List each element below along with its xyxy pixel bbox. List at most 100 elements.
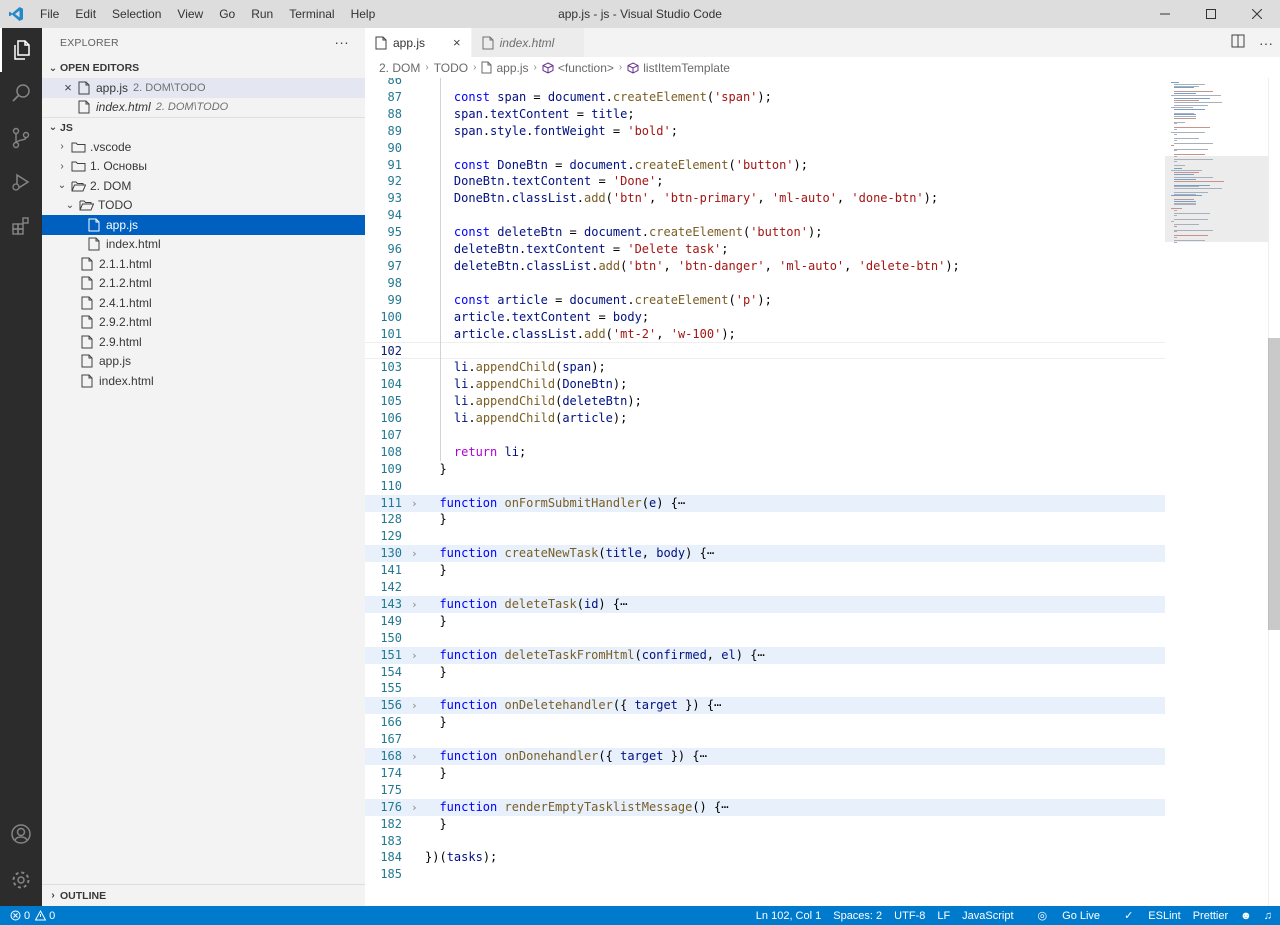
code-line[interactable]: 105 li.appendChild(deleteBtn); bbox=[365, 393, 1165, 410]
tree-file[interactable]: 2.4.1.html bbox=[42, 293, 365, 313]
fold-chevron-icon[interactable]: › bbox=[411, 495, 421, 512]
code-line[interactable]: 86 bbox=[365, 78, 1165, 89]
open-editor-item[interactable]: × app.js 2. DOM\TODO bbox=[42, 78, 365, 98]
indentation[interactable]: Spaces: 2 bbox=[833, 910, 882, 922]
fold-chevron-icon[interactable]: › bbox=[411, 799, 421, 816]
menu-run[interactable]: Run bbox=[243, 0, 281, 28]
code-line[interactable]: 156 › function onDeletehandler({ target }… bbox=[365, 697, 1165, 715]
menu-file[interactable]: File bbox=[32, 0, 67, 28]
code-line[interactable]: 174 } bbox=[365, 765, 1165, 782]
prettier-status[interactable]: Prettier bbox=[1193, 910, 1228, 922]
code-line[interactable]: 185 bbox=[365, 866, 1165, 883]
code-line[interactable]: 106 li.appendChild(article); bbox=[365, 410, 1165, 427]
accounts-icon[interactable] bbox=[0, 812, 42, 856]
code-line[interactable]: 175 bbox=[365, 782, 1165, 799]
outline-header[interactable]: › OUTLINE bbox=[42, 885, 365, 906]
code-line[interactable]: 182 } bbox=[365, 816, 1165, 833]
code-line[interactable]: 89 span.style.fontWeight = 'bold'; bbox=[365, 123, 1165, 140]
code-line[interactable]: 149 } bbox=[365, 613, 1165, 630]
code-line[interactable]: 94 bbox=[365, 207, 1165, 224]
menu-help[interactable]: Help bbox=[343, 0, 384, 28]
code-line[interactable]: 88 span.textContent = title; bbox=[365, 106, 1165, 123]
fold-chevron-icon[interactable]: › bbox=[411, 596, 421, 613]
code-line[interactable]: 176 › function renderEmptyTasklistMessage… bbox=[365, 798, 1165, 816]
code-line[interactable]: 155 bbox=[365, 680, 1165, 697]
menu-view[interactable]: View bbox=[169, 0, 211, 28]
code-line[interactable]: 95 const deleteBtn = document.createElem… bbox=[365, 224, 1165, 241]
explorer-icon[interactable] bbox=[0, 28, 42, 72]
close-window-button[interactable] bbox=[1234, 0, 1280, 28]
feedback-icon[interactable]: ☻ bbox=[1240, 910, 1252, 922]
code-line[interactable]: 168 › function onDonehandler({ target }) … bbox=[365, 748, 1165, 765]
minimize-button[interactable] bbox=[1142, 0, 1188, 28]
code-line[interactable]: 130 › function createNewTask(title, body)… bbox=[365, 545, 1165, 563]
search-icon[interactable] bbox=[0, 72, 42, 116]
code-line[interactable]: 98 bbox=[365, 275, 1165, 292]
breadcrumb-item[interactable]: TODO bbox=[434, 61, 468, 75]
fold-chevron-icon[interactable]: › bbox=[411, 545, 421, 562]
language-mode[interactable]: JavaScript bbox=[962, 910, 1013, 922]
breadcrumb-item[interactable]: <function> bbox=[558, 61, 614, 75]
code-line[interactable]: 151 › function deleteTaskFromHtml(confirm… bbox=[365, 646, 1165, 664]
code-line[interactable]: 91 const DoneBtn = document.createElemen… bbox=[365, 157, 1165, 174]
tree-file-indexhtml[interactable]: index.html bbox=[42, 235, 365, 255]
code-line[interactable]: 97 deleteBtn.classList.add('btn', 'btn-d… bbox=[365, 258, 1165, 275]
code-line[interactable]: 96 deleteBtn.textContent = 'Delete task'… bbox=[365, 241, 1165, 258]
menu-go[interactable]: Go bbox=[211, 0, 243, 28]
breadcrumb-item[interactable]: app.js bbox=[496, 61, 528, 75]
code-line[interactable]: 107 bbox=[365, 427, 1165, 444]
encoding[interactable]: UTF-8 bbox=[894, 910, 925, 922]
run-debug-icon[interactable] bbox=[0, 160, 42, 204]
workspace-folder-header[interactable]: ⌄ JS bbox=[42, 117, 365, 137]
open-editor-item[interactable]: index.html 2. DOM\TODO bbox=[42, 98, 365, 118]
minimap[interactable] bbox=[1165, 78, 1268, 906]
breadcrumb-item[interactable]: listItemTemplate bbox=[643, 61, 730, 75]
code-line[interactable]: 109 } bbox=[365, 461, 1165, 478]
code-line[interactable]: 102 bbox=[365, 342, 1165, 360]
code-line[interactable]: 101 article.classList.add('mt-2', 'w-100… bbox=[365, 326, 1165, 343]
tree-file[interactable]: 2.9.html bbox=[42, 332, 365, 352]
code-line[interactable]: 129 bbox=[365, 528, 1165, 545]
maximize-button[interactable] bbox=[1188, 0, 1234, 28]
cursor-position[interactable]: Ln 102, Col 1 bbox=[756, 910, 821, 922]
more-actions-icon[interactable]: ··· bbox=[334, 34, 349, 50]
code-line[interactable]: 111 › function onFormSubmitHandler(e) {⋯ bbox=[365, 494, 1165, 512]
fold-chevron-icon[interactable]: › bbox=[411, 748, 421, 765]
breadcrumb-item[interactable]: 2. DOM bbox=[379, 61, 420, 75]
code-line[interactable]: 167 bbox=[365, 731, 1165, 748]
tree-folder-osnovy[interactable]: › 1. Основы bbox=[42, 157, 365, 177]
open-editors-header[interactable]: ⌄ OPEN EDITORS bbox=[42, 58, 365, 78]
code-line[interactable]: 108 return li; bbox=[365, 444, 1165, 461]
code-line[interactable]: 141 } bbox=[365, 562, 1165, 579]
code-line[interactable]: 100 article.textContent = body; bbox=[365, 309, 1165, 326]
fold-chevron-icon[interactable]: › bbox=[411, 697, 421, 714]
tree-file[interactable]: 2.1.2.html bbox=[42, 274, 365, 294]
code-line[interactable]: 150 bbox=[365, 630, 1165, 647]
tree-file[interactable]: app.js bbox=[42, 352, 365, 372]
code-line[interactable]: 128 } bbox=[365, 511, 1165, 528]
code-line[interactable]: 103 li.appendChild(span); bbox=[365, 359, 1165, 376]
settings-gear-icon[interactable] bbox=[0, 858, 42, 902]
fold-chevron-icon[interactable]: › bbox=[411, 647, 421, 664]
code-line[interactable]: 92 DoneBtn.textContent = 'Done'; bbox=[365, 173, 1165, 190]
tree-folder-todo[interactable]: ⌄ TODO bbox=[42, 196, 365, 216]
code-line[interactable]: 110 bbox=[365, 478, 1165, 495]
menu-selection[interactable]: Selection bbox=[104, 0, 169, 28]
menu-edit[interactable]: Edit bbox=[67, 0, 104, 28]
go-live-button[interactable]: ◎ Go Live bbox=[1026, 909, 1101, 923]
tab-appjs[interactable]: app.js × bbox=[365, 28, 472, 57]
code-line[interactable]: 142 bbox=[365, 579, 1165, 596]
code-line[interactable]: 104 li.appendChild(DoneBtn); bbox=[365, 376, 1165, 393]
source-control-icon[interactable] bbox=[0, 116, 42, 160]
more-actions-icon[interactable]: ··· bbox=[1252, 35, 1280, 51]
code-line[interactable]: 93 DoneBtn.classList.add('btn', 'btn-pri… bbox=[365, 190, 1165, 207]
tree-file[interactable]: index.html bbox=[42, 371, 365, 391]
scrollbar-thumb[interactable] bbox=[1268, 338, 1280, 630]
code-line[interactable]: 154 } bbox=[365, 664, 1165, 681]
problems-indicator[interactable]: 0 0 bbox=[0, 910, 55, 922]
tab-indexhtml[interactable]: index.html bbox=[471, 28, 586, 57]
code-editor[interactable]: 86 87 const span = document.createElement… bbox=[365, 78, 1165, 906]
code-line[interactable]: 99 const article = document.createElemen… bbox=[365, 292, 1165, 309]
split-editor-icon[interactable] bbox=[1224, 34, 1252, 51]
tree-file-appjs-selected[interactable]: app.js bbox=[42, 215, 365, 235]
